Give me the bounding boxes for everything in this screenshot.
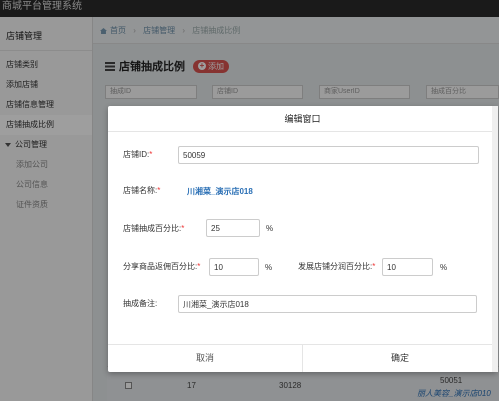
share-rebate-label: 分享商品返佣百分比:* xyxy=(123,262,201,271)
commission-note-input[interactable] xyxy=(178,295,477,313)
commission-ratio-input[interactable] xyxy=(206,219,260,237)
dialog-scrollbar[interactable] xyxy=(492,106,498,372)
commission-ratio-label: 店铺抽成百分比:* xyxy=(123,224,185,233)
percent-unit: % xyxy=(440,263,448,272)
confirm-button[interactable]: 确定 xyxy=(302,345,497,372)
dialog-title: 编辑窗口 xyxy=(108,106,497,132)
dialog-footer: 取消 确定 xyxy=(108,344,497,372)
shop-name-value: 川湘菜_演示店018 xyxy=(187,187,253,196)
shop-id-label: 店铺ID:* xyxy=(123,150,153,159)
shop-name-label: 店铺名称:* xyxy=(123,186,161,195)
percent-unit: % xyxy=(265,263,273,272)
develop-share-label: 发展店铺分润百分比:* xyxy=(298,262,376,271)
percent-unit: % xyxy=(266,224,274,233)
develop-share-input[interactable] xyxy=(382,258,433,276)
cancel-button[interactable]: 取消 xyxy=(108,345,302,372)
share-rebate-input[interactable] xyxy=(209,258,259,276)
commission-note-label: 抽成备注: xyxy=(123,299,158,308)
shop-id-input[interactable] xyxy=(178,146,479,164)
edit-dialog: 编辑窗口 店铺ID:* 店铺名称:* 川湘菜_演示店018 店铺抽成百分比:* … xyxy=(108,106,497,372)
